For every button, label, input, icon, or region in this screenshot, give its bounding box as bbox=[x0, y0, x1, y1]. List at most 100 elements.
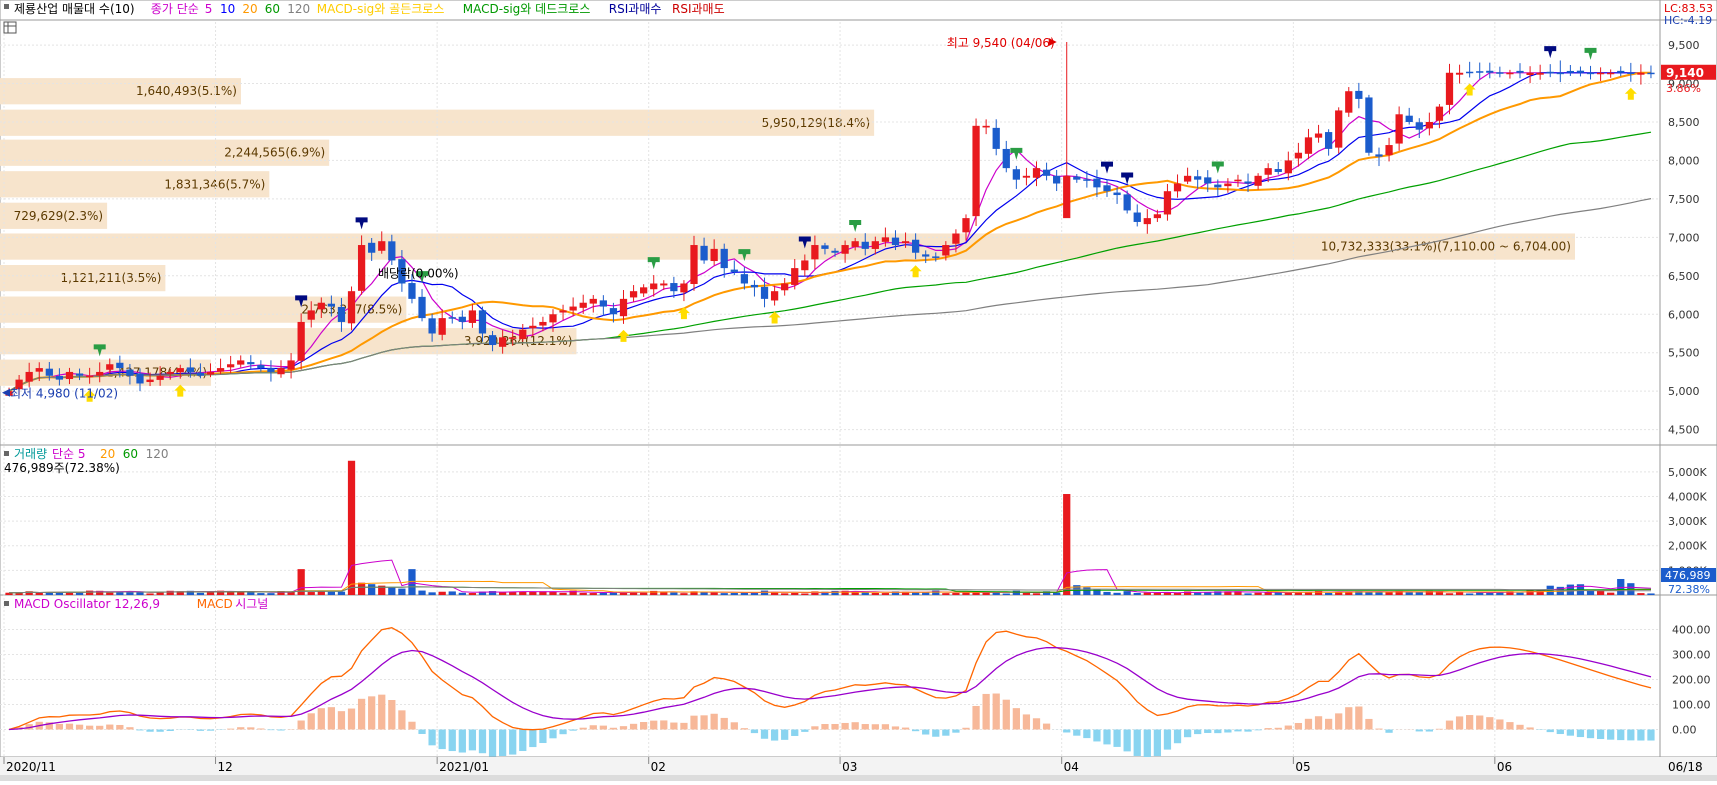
candle-body bbox=[126, 370, 133, 376]
volume-bar bbox=[439, 592, 446, 595]
price-tick-label: 6,500 bbox=[1668, 270, 1700, 283]
macd-legend-item: MACD bbox=[197, 597, 233, 611]
macd-oscillator-bar bbox=[1466, 715, 1473, 729]
macd-oscillator-bar bbox=[993, 694, 1000, 730]
volume-bar bbox=[852, 592, 859, 595]
candle-body bbox=[1506, 73, 1513, 75]
candle-body bbox=[287, 360, 294, 369]
macd-oscillator-bar bbox=[1033, 718, 1040, 729]
macd-oscillator-bar bbox=[831, 724, 838, 730]
volume-bar bbox=[1456, 592, 1463, 595]
macd-oscillator-bar bbox=[227, 729, 234, 730]
macd-oscillator-bar bbox=[700, 715, 707, 729]
macd-oscillator-bar bbox=[791, 730, 798, 736]
candle-body bbox=[408, 283, 415, 299]
macd-oscillator-bar bbox=[942, 730, 949, 736]
candle-body bbox=[1345, 91, 1352, 112]
candle-body bbox=[368, 243, 375, 253]
candle-body bbox=[298, 322, 305, 361]
candle-body bbox=[1446, 73, 1453, 105]
volume-legend-item: 단순 5 bbox=[52, 447, 86, 461]
chart-canvas[interactable]: 1,640,493(5.1%)5,950,129(18.4%)2,244,565… bbox=[0, 0, 1717, 781]
candle-body bbox=[610, 308, 617, 314]
volume-legend-item: 120 bbox=[146, 447, 169, 461]
macd-oscillator-bar bbox=[1204, 730, 1211, 733]
candle-body bbox=[469, 310, 476, 323]
candle-body bbox=[1577, 71, 1584, 73]
candle-body bbox=[529, 326, 536, 328]
macd-oscillator-bar bbox=[1093, 730, 1100, 742]
macd-oscillator-bar bbox=[1164, 730, 1171, 750]
candle-body bbox=[1315, 134, 1322, 138]
macd-oscillator-bar bbox=[1275, 728, 1282, 730]
candle-body bbox=[257, 365, 264, 368]
current-price-label: 9,140 bbox=[1666, 66, 1704, 80]
candle-body bbox=[630, 291, 637, 297]
x-axis-label: 06 bbox=[1497, 760, 1512, 774]
volume-bar bbox=[1134, 593, 1141, 595]
candle-body bbox=[721, 249, 728, 268]
macd-oscillator-bar bbox=[570, 730, 577, 731]
volume-tick-label: 3,000K bbox=[1668, 515, 1707, 528]
price-tick-label: 9,500 bbox=[1668, 39, 1700, 52]
candle-body bbox=[1375, 154, 1382, 156]
candle-body bbox=[318, 303, 325, 310]
macd-oscillator-bar bbox=[86, 726, 93, 730]
macd-oscillator-bar bbox=[1375, 729, 1382, 730]
macd-oscillator-bar bbox=[932, 730, 939, 737]
price-tick-label: 7,500 bbox=[1668, 193, 1700, 206]
candle-body bbox=[962, 218, 969, 232]
macd-oscillator-bar bbox=[1174, 730, 1181, 744]
macd-oscillator-bar bbox=[1305, 719, 1312, 730]
macd-oscillator-bar bbox=[277, 730, 284, 731]
macd-oscillator-bar bbox=[348, 709, 355, 730]
candle-body bbox=[1557, 73, 1564, 75]
macd-oscillator-bar bbox=[1607, 730, 1614, 740]
macd-oscillator-bar bbox=[912, 730, 919, 732]
candle-body bbox=[479, 310, 486, 333]
volume-tick-label: 4,000K bbox=[1668, 490, 1707, 503]
price-legend-item: 120 bbox=[287, 2, 310, 16]
candle-body bbox=[116, 363, 123, 368]
macd-oscillator-bar bbox=[1214, 730, 1221, 734]
stock-chart-window: 1,640,493(5.1%)5,950,129(18.4%)2,244,565… bbox=[0, 0, 1717, 781]
volume-profile-label: 10,732,333(33.1%)(7,110.00 ~ 6,704.00) bbox=[1321, 240, 1571, 254]
horizontal-scrollbar[interactable] bbox=[0, 775, 1717, 781]
macd-oscillator-bar bbox=[408, 722, 415, 730]
macd-oscillator-bar bbox=[479, 730, 486, 754]
macd-oscillator-bar bbox=[862, 724, 869, 729]
volume-bar bbox=[791, 593, 798, 595]
macd-oscillator-bar bbox=[318, 708, 325, 729]
candle-body bbox=[590, 299, 597, 304]
volume-bar bbox=[549, 592, 556, 595]
macd-oscillator-bar bbox=[116, 725, 123, 730]
candle-body bbox=[640, 287, 647, 293]
dividend-annotation: 배당락(0.00%) bbox=[378, 266, 459, 280]
volume-bar bbox=[388, 587, 395, 595]
macd-oscillator-bar bbox=[952, 730, 959, 733]
candle-body bbox=[1275, 169, 1282, 172]
x-axis-label: 2021/01 bbox=[439, 760, 489, 774]
volume-legend-item: 20 bbox=[100, 447, 115, 461]
volume-bar bbox=[721, 593, 728, 595]
macd-oscillator-bar bbox=[1416, 730, 1423, 732]
macd-oscillator-bar bbox=[690, 716, 697, 730]
macd-oscillator-bar bbox=[1597, 730, 1604, 740]
macd-legend-item: MACD Oscillator 12,26,9 bbox=[14, 597, 160, 611]
price-tick-label: 7,000 bbox=[1668, 231, 1700, 244]
candle-body bbox=[267, 368, 274, 372]
macd-oscillator-bar bbox=[600, 726, 607, 730]
candle-body bbox=[388, 241, 395, 260]
candle-body bbox=[1154, 214, 1161, 218]
table-toggle-icon[interactable] bbox=[4, 22, 16, 33]
macd-oscillator-bar bbox=[1496, 719, 1503, 729]
candle-body bbox=[670, 283, 677, 291]
price-legend-item: MACD-sig와 데드크로스 bbox=[463, 2, 591, 16]
x-axis-label: 03 bbox=[842, 760, 857, 774]
macd-oscillator-bar bbox=[197, 730, 204, 731]
macd-oscillator-bar bbox=[499, 730, 506, 757]
candle-body bbox=[872, 241, 879, 249]
candle-body bbox=[1476, 71, 1483, 73]
volume-bar bbox=[398, 589, 405, 595]
candle-body bbox=[1486, 71, 1493, 73]
